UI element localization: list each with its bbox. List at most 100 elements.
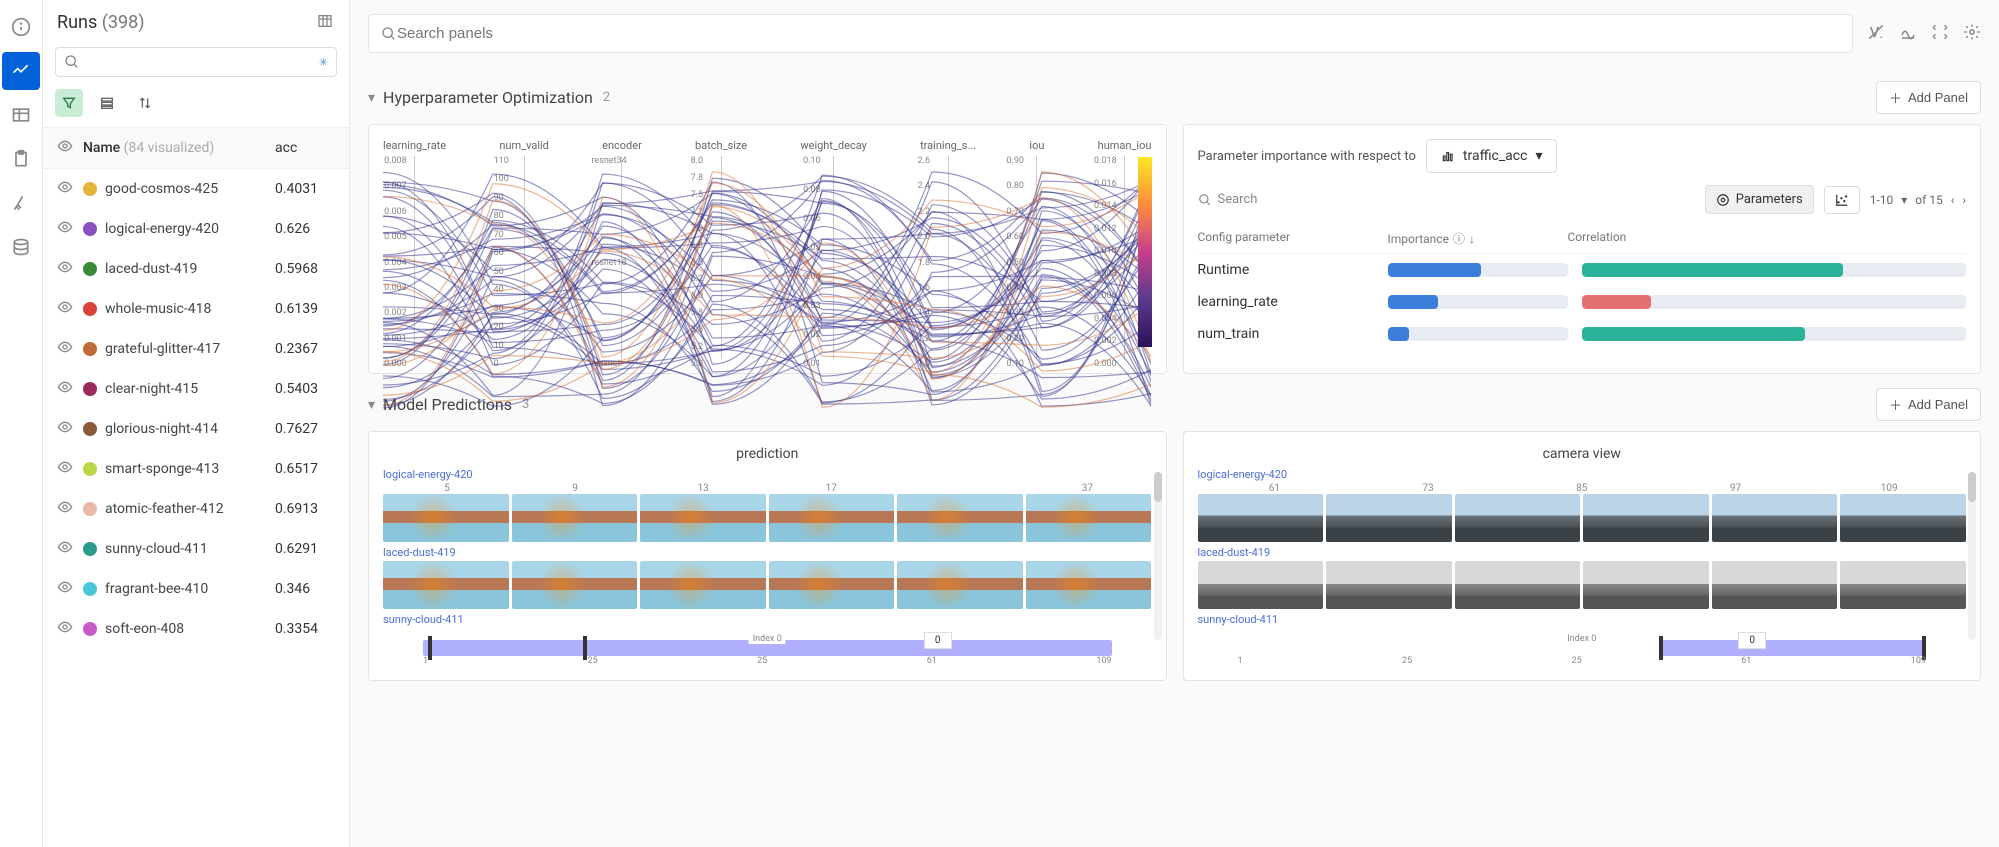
thumbnail[interactable]	[1583, 561, 1709, 609]
expand-icon[interactable]	[1931, 23, 1949, 45]
run-row[interactable]: smart-sponge-413 0.6517	[43, 449, 349, 489]
runs-search-input[interactable]	[80, 54, 319, 70]
visibility-icon[interactable]	[57, 539, 73, 559]
thumbnail[interactable]	[1712, 494, 1838, 542]
prediction-run-label[interactable]: sunny-cloud-411	[1198, 613, 1967, 626]
thumbnail[interactable]	[1840, 561, 1966, 609]
acc-column-header[interactable]: acc	[275, 140, 335, 156]
index-slider[interactable]: Index 0 0 1252561109	[383, 636, 1152, 666]
prediction-run-label[interactable]: logical-energy-420	[1198, 468, 1967, 481]
thumbnail[interactable]	[1712, 561, 1838, 609]
run-row[interactable]: whole-music-418 0.6139	[43, 289, 349, 329]
run-row[interactable]: fragrant-bee-410 0.346	[43, 569, 349, 609]
group-icon[interactable]	[93, 89, 121, 117]
run-row[interactable]: clear-night-415 0.5403	[43, 369, 349, 409]
thumbnail[interactable]	[897, 494, 1023, 542]
scatter-icon[interactable]	[1824, 186, 1860, 214]
sort-icon[interactable]	[131, 89, 159, 117]
thumbnail[interactable]	[383, 561, 509, 609]
parallel-coordinates-panel[interactable]: learning_rate0.0080.0070.0060.0050.0040.…	[368, 124, 1167, 374]
thumbnail[interactable]	[383, 494, 509, 542]
filter-icon[interactable]	[55, 89, 83, 117]
visibility-icon[interactable]	[57, 379, 73, 399]
col-importance[interactable]: Importance ⓘ ↓	[1388, 230, 1568, 247]
visibility-icon[interactable]	[57, 138, 73, 158]
col-correlation[interactable]: Correlation	[1568, 230, 1967, 247]
thumbnail[interactable]	[769, 494, 895, 542]
importance-bar	[1388, 327, 1568, 341]
parameters-button[interactable]: Parameters	[1705, 185, 1814, 214]
run-row[interactable]: logical-energy-420 0.626	[43, 209, 349, 249]
chevron-down-icon[interactable]: ▾	[368, 90, 375, 106]
thumbnail[interactable]	[640, 561, 766, 609]
param-name: Runtime	[1198, 262, 1388, 278]
visibility-icon[interactable]	[57, 459, 73, 479]
regex-icon[interactable]: ✳	[319, 56, 328, 69]
database-icon[interactable]	[2, 228, 40, 266]
thumbnail[interactable]	[1455, 561, 1581, 609]
run-row[interactable]: soft-eon-408 0.3354	[43, 609, 349, 649]
clipboard-icon[interactable]	[2, 140, 40, 178]
thumbnail[interactable]	[640, 494, 766, 542]
thumbnail[interactable]	[1455, 494, 1581, 542]
visibility-icon[interactable]	[57, 339, 73, 359]
visibility-icon[interactable]	[57, 219, 73, 239]
camera-view-panel[interactable]: camera view logical-energy-4206173859710…	[1183, 431, 1982, 681]
thumbnail[interactable]	[897, 561, 1023, 609]
index-slider[interactable]: Index 0 0 1252561109	[1198, 636, 1967, 666]
visibility-icon[interactable]	[57, 499, 73, 519]
thumbnail[interactable]	[1326, 494, 1452, 542]
run-row[interactable]: atomic-feather-412 0.6913	[43, 489, 349, 529]
thumbnail[interactable]	[1026, 494, 1152, 542]
runs-search[interactable]: ✳	[55, 47, 337, 77]
chevron-down-icon[interactable]: ▾	[368, 397, 375, 413]
metric-select[interactable]: traffic_acc ▾	[1426, 139, 1558, 173]
run-row[interactable]: laced-dust-419 0.5968	[43, 249, 349, 289]
col-config[interactable]: Config parameter	[1198, 230, 1388, 247]
scrollbar[interactable]	[1154, 472, 1162, 640]
prediction-run-label[interactable]: laced-dust-419	[1198, 546, 1967, 559]
panel-search[interactable]	[368, 14, 1853, 53]
page-next-icon[interactable]: ›	[1962, 193, 1966, 207]
no-x-axis-icon[interactable]	[1867, 23, 1885, 45]
visibility-icon[interactable]	[57, 619, 73, 639]
thumbnail[interactable]	[512, 494, 638, 542]
prediction-run-label[interactable]: logical-energy-420	[383, 468, 1152, 481]
thumbnail[interactable]	[1198, 494, 1324, 542]
run-row[interactable]: glorious-night-414 0.7627	[43, 409, 349, 449]
thumbnail[interactable]	[1840, 494, 1966, 542]
thumbnail[interactable]	[1198, 561, 1324, 609]
thumbnail[interactable]	[1326, 561, 1452, 609]
visibility-icon[interactable]	[57, 579, 73, 599]
run-row[interactable]: grateful-glitter-417 0.2367	[43, 329, 349, 369]
add-panel-button[interactable]: ＋Add Panel	[1876, 81, 1981, 114]
prediction-run-label[interactable]: sunny-cloud-411	[383, 613, 1152, 626]
page-prev-icon[interactable]: ‹	[1951, 193, 1955, 207]
run-row[interactable]: sunny-cloud-411 0.6291	[43, 529, 349, 569]
visibility-icon[interactable]	[57, 299, 73, 319]
thumbnail[interactable]	[769, 561, 895, 609]
run-name: glorious-night-414	[105, 421, 275, 437]
run-row[interactable]: good-cosmos-425 0.4031	[43, 169, 349, 209]
smoothing-icon[interactable]	[1899, 23, 1917, 45]
table-icon[interactable]	[2, 96, 40, 134]
add-panel-button[interactable]: ＋Add Panel	[1876, 388, 1981, 421]
thumbnail[interactable]	[512, 561, 638, 609]
importance-search[interactable]: Search	[1198, 192, 1695, 207]
name-column-header[interactable]: Name (84 visualized)	[83, 140, 275, 156]
columns-icon[interactable]	[315, 13, 335, 33]
panel-search-input[interactable]	[397, 25, 1840, 42]
workspace-icon[interactable]	[2, 52, 40, 90]
parameter-importance-panel[interactable]: Parameter importance with respect to tra…	[1183, 124, 1982, 374]
thumbnail[interactable]	[1583, 494, 1709, 542]
sweep-icon[interactable]	[2, 184, 40, 222]
visibility-icon[interactable]	[57, 419, 73, 439]
prediction-panel[interactable]: prediction logical-energy-42059131737lac…	[368, 431, 1167, 681]
prediction-run-label[interactable]: laced-dust-419	[383, 546, 1152, 559]
info-icon[interactable]	[2, 8, 40, 46]
thumbnail[interactable]	[1026, 561, 1152, 609]
visibility-icon[interactable]	[57, 259, 73, 279]
scrollbar[interactable]	[1968, 472, 1976, 640]
settings-icon[interactable]	[1963, 23, 1981, 45]
visibility-icon[interactable]	[57, 179, 73, 199]
